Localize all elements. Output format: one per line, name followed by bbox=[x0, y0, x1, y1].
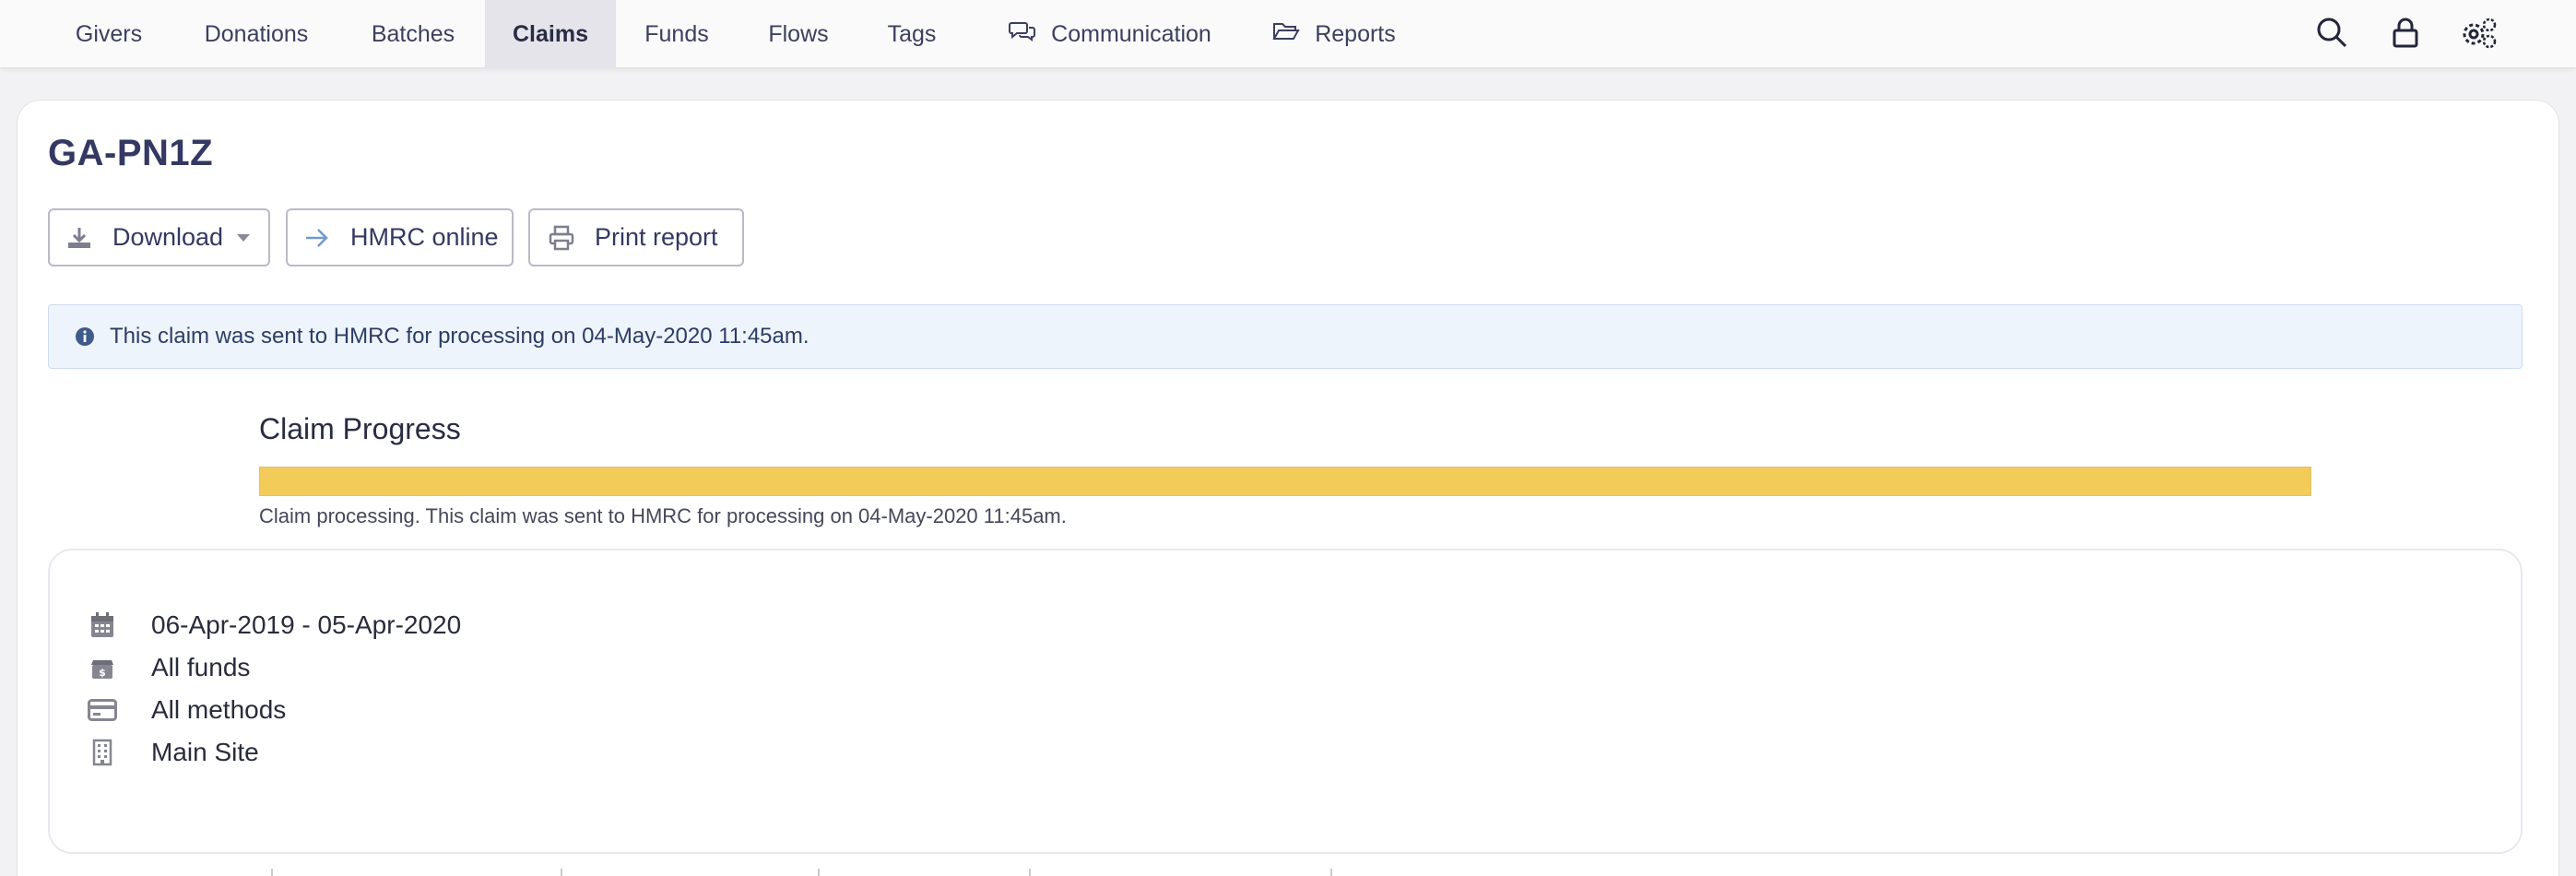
nav-donations-label: Donations bbox=[204, 20, 309, 47]
nav-communication[interactable]: Communication bbox=[990, 0, 1230, 68]
table-divider bbox=[271, 869, 273, 876]
building-icon bbox=[85, 735, 120, 770]
nav-claims-label: Claims bbox=[513, 20, 588, 47]
nav-funds[interactable]: Funds bbox=[627, 0, 727, 68]
hmrc-online-button[interactable]: HMRC online bbox=[286, 208, 514, 266]
alert-text: This claim was sent to HMRC for processi… bbox=[110, 324, 809, 349]
date-range-text: 06-Apr-2019 - 05-Apr-2020 bbox=[151, 610, 462, 639]
hmrc-online-label: HMRC online bbox=[350, 223, 499, 251]
nav-flows-label: Flows bbox=[768, 20, 829, 47]
svg-text:$: $ bbox=[99, 667, 106, 679]
nav-funds-label: Funds bbox=[644, 20, 709, 47]
print-report-button[interactable]: Print report bbox=[528, 208, 744, 266]
nav-reports-label: Reports bbox=[1315, 20, 1396, 47]
info-circle-icon bbox=[75, 326, 95, 347]
nav-givers-label: Givers bbox=[75, 20, 143, 47]
nav-batches[interactable]: Batches bbox=[350, 0, 476, 68]
download-button-label: Download bbox=[112, 223, 224, 251]
table-divider bbox=[1029, 869, 1031, 876]
download-icon bbox=[66, 226, 92, 250]
funds-text: All funds bbox=[151, 653, 251, 681]
info-alert: This claim was sent to HMRC for processi… bbox=[48, 304, 2523, 369]
detail-date-range: 06-Apr-2019 - 05-Apr-2020 bbox=[85, 607, 461, 644]
table-divider bbox=[561, 869, 562, 876]
claim-details-card: 06-Apr-2019 - 05-Apr-2020 $ All funds Al… bbox=[48, 549, 2523, 854]
caret-down-icon bbox=[236, 233, 251, 243]
lock-icon bbox=[2392, 17, 2419, 53]
table-divider bbox=[818, 869, 820, 876]
top-navigation: Givers Donations Batches Claims Funds Fl… bbox=[0, 0, 2576, 68]
nav-batches-label: Batches bbox=[371, 20, 455, 47]
nav-tags-label: Tags bbox=[887, 20, 937, 47]
page-title: GA-PN1Z bbox=[48, 133, 214, 173]
detail-site: Main Site bbox=[85, 734, 259, 771]
detail-methods: All methods bbox=[85, 692, 286, 728]
folder-open-icon bbox=[1272, 20, 1315, 49]
site-text: Main Site bbox=[151, 738, 259, 766]
nav-donations[interactable]: Donations bbox=[184, 0, 328, 68]
table-divider bbox=[1330, 869, 1332, 876]
methods-text: All methods bbox=[151, 695, 287, 724]
nav-reports[interactable]: Reports bbox=[1265, 0, 1403, 68]
nav-givers[interactable]: Givers bbox=[52, 0, 166, 68]
fund-box-icon: $ bbox=[85, 650, 120, 685]
arrow-right-icon bbox=[304, 228, 330, 248]
printer-icon bbox=[549, 225, 574, 251]
lock-button[interactable] bbox=[2384, 13, 2427, 55]
nav-flows[interactable]: Flows bbox=[749, 0, 848, 68]
gears-icon bbox=[2460, 16, 2499, 53]
progress-title: Claim Progress bbox=[259, 412, 461, 445]
progress-bar bbox=[259, 467, 2311, 496]
print-report-label: Print report bbox=[595, 223, 718, 251]
nav-claims[interactable]: Claims bbox=[485, 0, 616, 68]
settings-button[interactable] bbox=[2458, 13, 2500, 55]
nav-tags[interactable]: Tags bbox=[872, 0, 951, 68]
download-button[interactable]: Download bbox=[48, 208, 270, 266]
progress-bar-fill bbox=[260, 468, 2310, 495]
credit-card-icon bbox=[85, 693, 120, 728]
chat-bubbles-icon bbox=[1009, 19, 1051, 50]
calendar-icon bbox=[85, 608, 120, 643]
detail-funds: $ All funds bbox=[85, 649, 250, 686]
search-button[interactable] bbox=[2310, 13, 2353, 55]
nav-communication-label: Communication bbox=[1051, 20, 1211, 47]
search-icon bbox=[2316, 17, 2347, 53]
progress-status-text: Claim processing. This claim was sent to… bbox=[259, 504, 1067, 527]
